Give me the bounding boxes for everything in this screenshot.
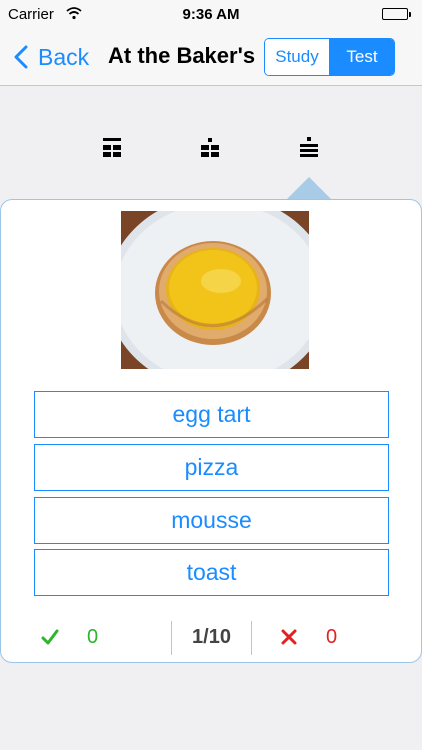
study-segment[interactable]: Study: [265, 39, 330, 75]
answer-option-1[interactable]: egg tart: [34, 391, 389, 438]
battery-icon: [382, 8, 411, 20]
status-bar: Carrier 9:36 AM: [0, 0, 422, 30]
answer-option-2[interactable]: pizza: [34, 444, 389, 491]
wrong-count: 0: [326, 626, 338, 648]
quiz-mode-selector: [0, 86, 422, 199]
cross-icon: [281, 629, 297, 645]
back-label: Back: [38, 43, 90, 70]
chevron-left-icon: [14, 45, 28, 69]
study-test-segmented-control: Study Test: [264, 38, 395, 76]
test-segment[interactable]: Test: [330, 39, 394, 75]
question-progress: 1/10: [192, 626, 231, 648]
page-title: At the Baker's: [108, 43, 256, 68]
grid-icon-2[interactable]: [198, 136, 222, 160]
selected-mode-indicator: [287, 177, 331, 199]
divider: [251, 621, 252, 655]
answer-option-4[interactable]: toast: [34, 549, 389, 596]
answer-option-3[interactable]: mousse: [34, 497, 389, 544]
navigation-bar: Back At the Baker's Study Test: [0, 30, 422, 86]
back-button[interactable]: Back: [14, 42, 89, 72]
egg-tart-photo: [121, 211, 309, 369]
quiz-card: egg tart pizza mousse toast 0 1/10 0: [0, 199, 422, 663]
grid-icon-1[interactable]: [100, 136, 124, 160]
status-time: 9:36 AM: [182, 6, 240, 23]
grid-icon-3[interactable]: [297, 136, 321, 160]
check-icon: [41, 629, 59, 645]
score-row: 0 1/10 0: [1, 620, 422, 658]
correct-count: 0: [87, 626, 99, 648]
